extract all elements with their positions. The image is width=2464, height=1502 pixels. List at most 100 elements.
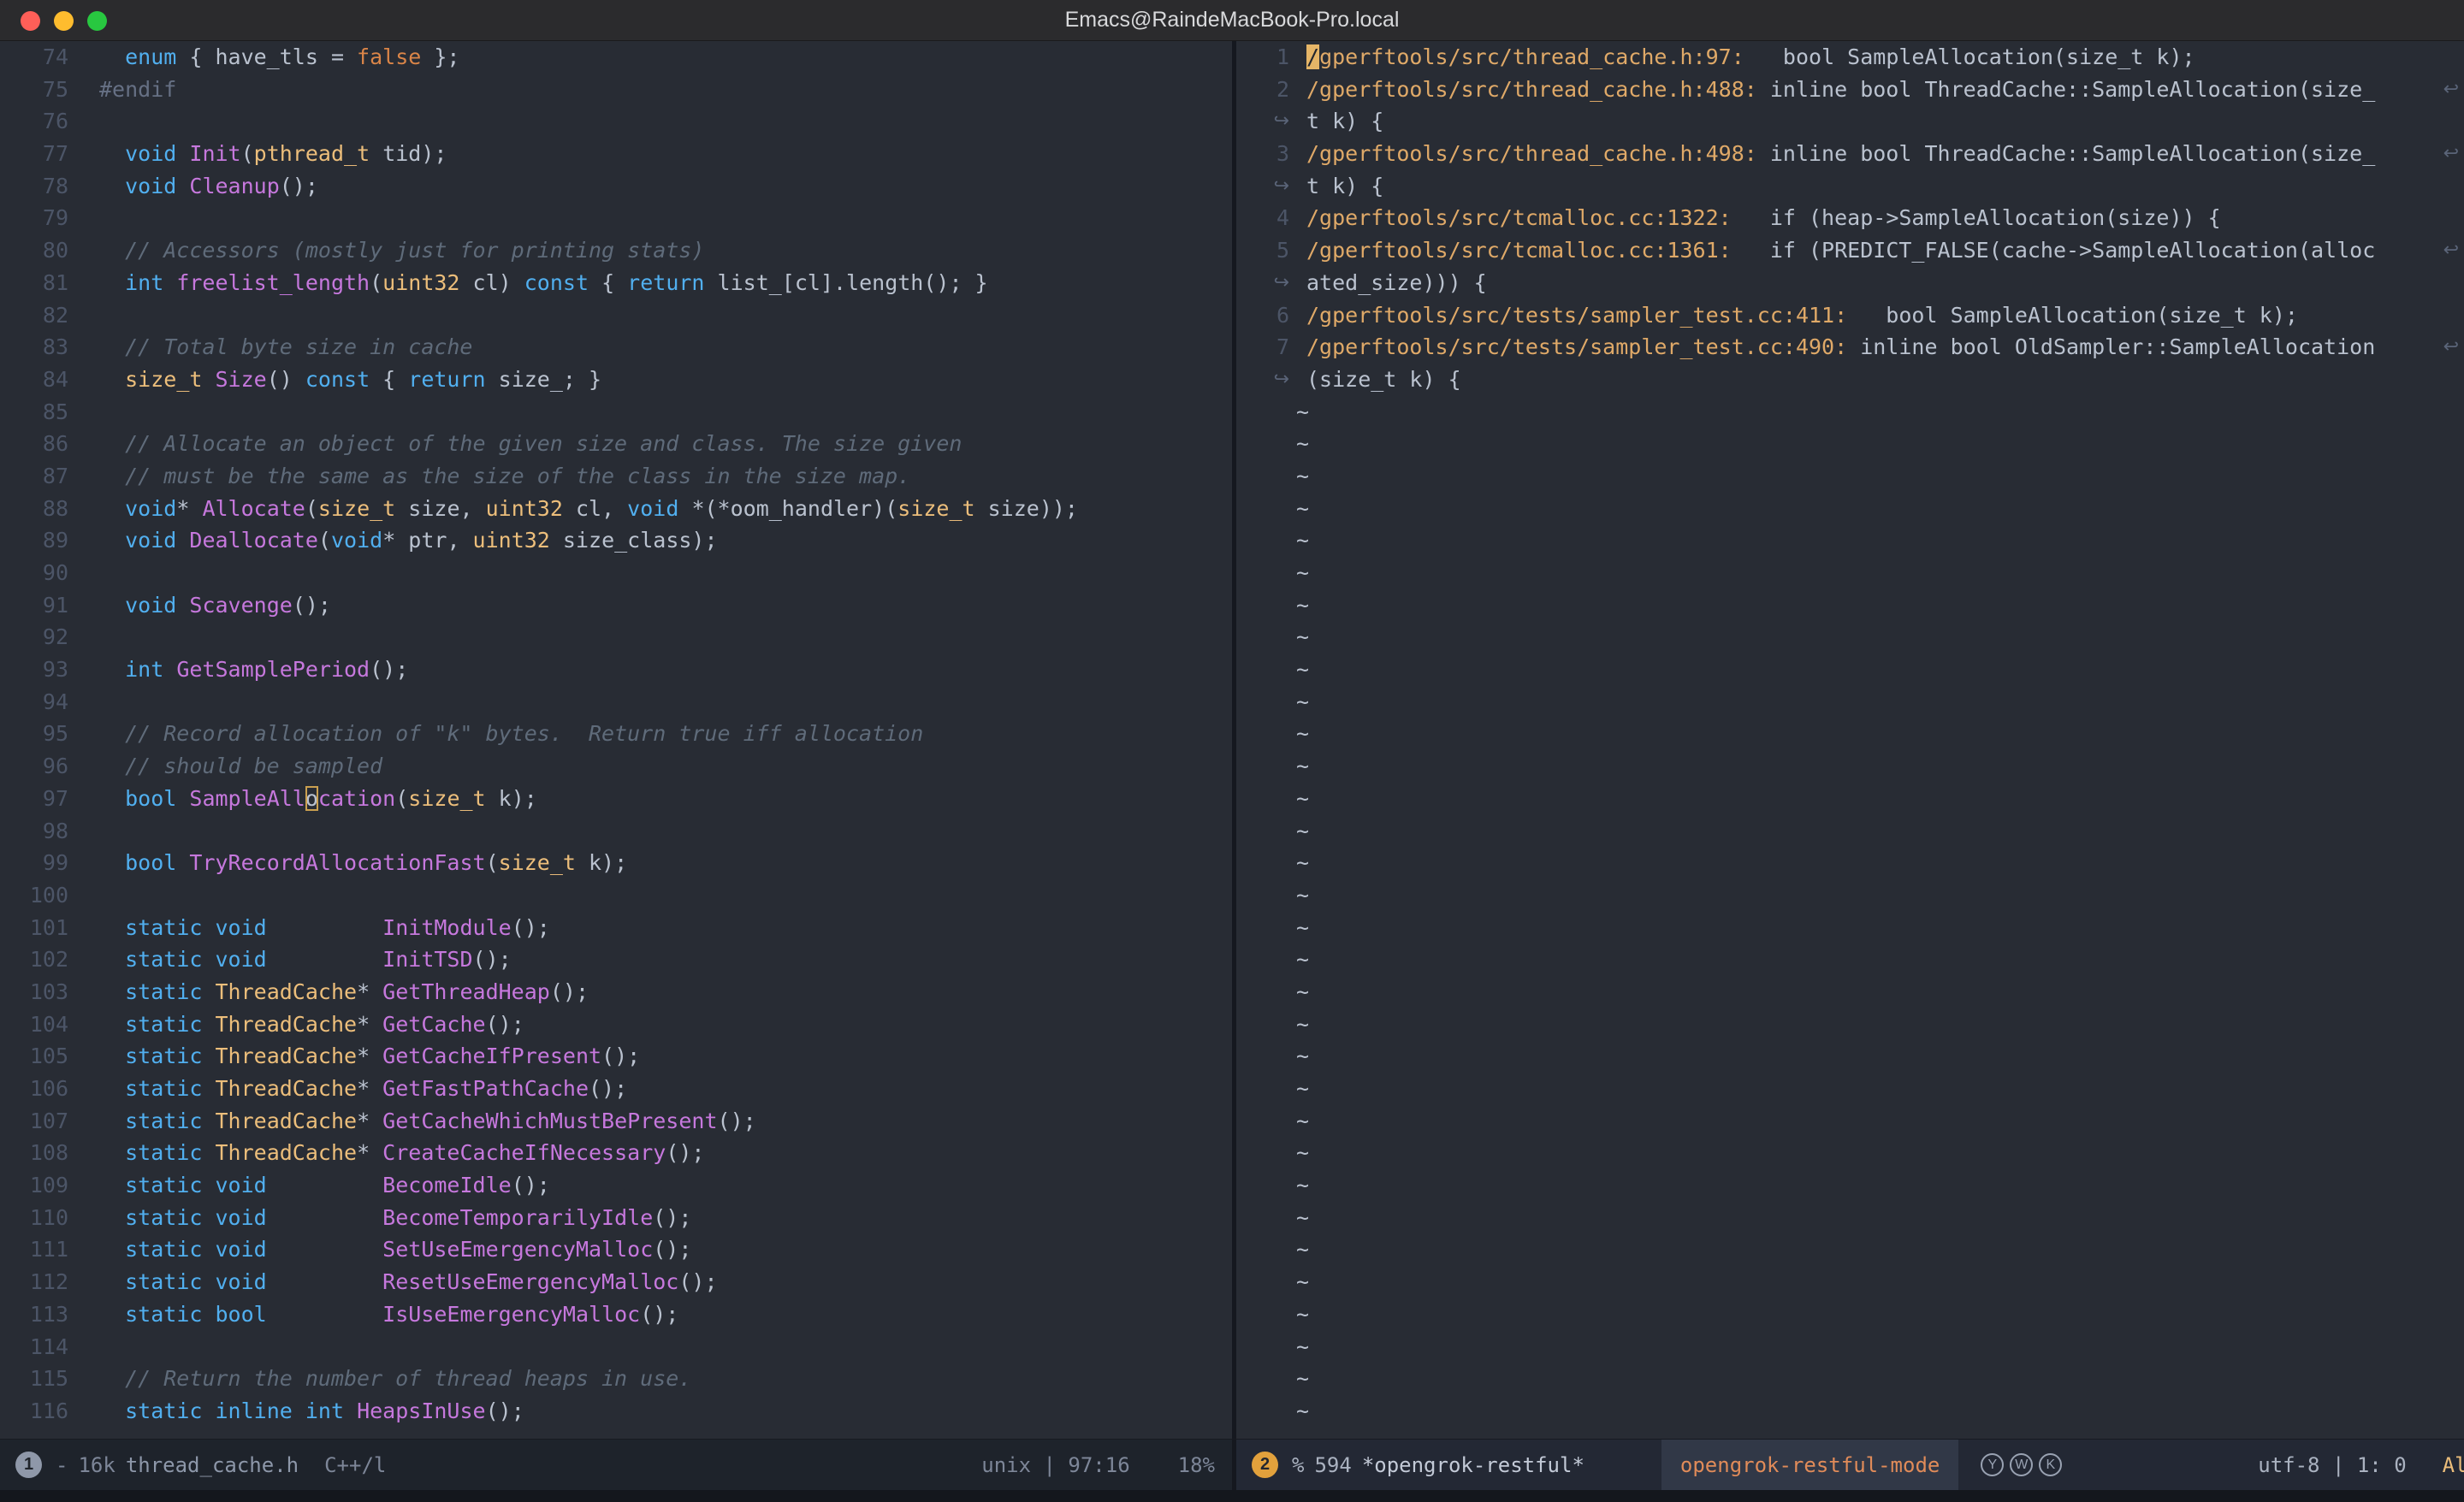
code-line[interactable]: 7/gperftools/src/tests/sampler_test.cc:4… (1236, 331, 2464, 364)
code-line[interactable]: ~ (1236, 1040, 2464, 1073)
code-line[interactable]: 104 static ThreadCache* GetCache(); (0, 1008, 1232, 1041)
code-line[interactable]: 85 (0, 396, 1232, 429)
code-line[interactable]: ~ (1236, 396, 2464, 429)
code-line[interactable]: 3/gperftools/src/thread_cache.h:498: inl… (1236, 138, 2464, 170)
code-line[interactable]: 81 int freelist_length(uint32 cl) const … (0, 267, 1232, 299)
code-line[interactable]: 6/gperftools/src/tests/sampler_test.cc:4… (1236, 299, 2464, 332)
code-line[interactable]: 96 // should be sampled (0, 750, 1232, 783)
code-line[interactable]: ~ (1236, 686, 2464, 718)
code-line[interactable]: 77 void Init(pthread_t tid); (0, 138, 1232, 170)
code-line[interactable]: ~ (1236, 524, 2464, 557)
code-line[interactable]: 108 static ThreadCache* CreateCacheIfNec… (0, 1137, 1232, 1169)
code-line[interactable]: ~ (1236, 1137, 2464, 1169)
left-pane[interactable]: 74 enum { have_tls = false };75#endif767… (0, 41, 1232, 1439)
minor-mode-icon[interactable]: Y (1981, 1453, 2004, 1476)
echo-area[interactable] (0, 1490, 2464, 1502)
code-line[interactable]: ~ (1236, 943, 2464, 976)
code-line[interactable]: 90 (0, 557, 1232, 589)
code-line[interactable]: 88 void* Allocate(size_t size, uint32 cl… (0, 493, 1232, 525)
minor-mode-icon[interactable]: K (2039, 1453, 2062, 1476)
zoom-button[interactable] (87, 11, 107, 31)
code-line[interactable]: 82 (0, 299, 1232, 332)
code-line[interactable]: ~ (1236, 1266, 2464, 1298)
code-line[interactable]: ↪ated_size))) { (1236, 267, 2464, 299)
code-line[interactable]: 76 (0, 105, 1232, 138)
code-line[interactable]: 112 static void ResetUseEmergencyMalloc(… (0, 1266, 1232, 1298)
code-line[interactable]: ~ (1236, 815, 2464, 848)
code-line[interactable]: ~ (1236, 493, 2464, 525)
code-line[interactable]: 107 static ThreadCache* GetCacheWhichMus… (0, 1105, 1232, 1138)
code-line[interactable]: 106 static ThreadCache* GetFastPathCache… (0, 1073, 1232, 1105)
code-line[interactable]: 103 static ThreadCache* GetThreadHeap(); (0, 976, 1232, 1008)
major-mode[interactable]: opengrok-restful-mode (1661, 1440, 1958, 1490)
code-line[interactable]: 75#endif (0, 74, 1232, 106)
code-line[interactable]: 114 (0, 1331, 1232, 1363)
minor-mode-icon[interactable]: W (2010, 1453, 2033, 1476)
code-text: bool TryRecordAllocationFast(size_t k); (99, 847, 627, 879)
code-line[interactable]: ↪(size_t k) { (1236, 364, 2464, 396)
code-line[interactable]: ↪t k) { (1236, 170, 2464, 203)
code-line[interactable]: 95 // Record allocation of "k" bytes. Re… (0, 718, 1232, 750)
code-line[interactable]: 5/gperftools/src/tcmalloc.cc:1361: if (P… (1236, 234, 2464, 267)
code-line[interactable]: 92 (0, 621, 1232, 653)
code-line[interactable]: 101 static void InitModule(); (0, 912, 1232, 944)
code-line[interactable]: 87 // must be the same as the size of th… (0, 460, 1232, 493)
code-line[interactable]: 93 int GetSamplePeriod(); (0, 653, 1232, 686)
code-line[interactable]: ~ (1236, 557, 2464, 589)
code-line[interactable]: 110 static void BecomeTemporarilyIdle(); (0, 1202, 1232, 1234)
code-line[interactable]: ~ (1236, 976, 2464, 1008)
close-button[interactable] (21, 11, 40, 31)
code-line[interactable]: ~ (1236, 1202, 2464, 1234)
code-line[interactable]: ~ (1236, 1105, 2464, 1138)
code-line[interactable]: 111 static void SetUseEmergencyMalloc(); (0, 1233, 1232, 1266)
code-line[interactable]: 116 static inline int HeapsInUse(); (0, 1395, 1232, 1428)
code-line[interactable]: 84 size_t Size() const { return size_; } (0, 364, 1232, 396)
code-line[interactable]: 89 void Deallocate(void* ptr, uint32 siz… (0, 524, 1232, 557)
code-line[interactable]: ~ (1236, 912, 2464, 944)
code-line[interactable]: 1/gperftools/src/thread_cache.h:97: bool… (1236, 41, 2464, 74)
code-line[interactable]: ~ (1236, 783, 2464, 815)
minimize-button[interactable] (54, 11, 74, 31)
code-line[interactable]: 83 // Total byte size in cache (0, 331, 1232, 364)
code-line[interactable]: 80 // Accessors (mostly just for printin… (0, 234, 1232, 267)
code-line[interactable]: 4/gperftools/src/tcmalloc.cc:1322: if (h… (1236, 202, 2464, 234)
code-line[interactable]: ~ (1236, 1073, 2464, 1105)
code-line[interactable]: ~ (1236, 1169, 2464, 1202)
code-line[interactable]: 100 (0, 879, 1232, 912)
code-line[interactable]: ~ (1236, 428, 2464, 460)
code-line[interactable]: ~ (1236, 1298, 2464, 1331)
code-line[interactable]: 91 void Scavenge(); (0, 589, 1232, 622)
code-line[interactable]: ~ (1236, 1331, 2464, 1363)
code-line[interactable]: 2/gperftools/src/thread_cache.h:488: inl… (1236, 74, 2464, 106)
code-line[interactable]: 113 static bool IsUseEmergencyMalloc(); (0, 1298, 1232, 1331)
code-line[interactable]: ~ (1236, 750, 2464, 783)
code-line[interactable]: ~ (1236, 718, 2464, 750)
major-mode[interactable]: C++/l (324, 1453, 386, 1477)
code-line[interactable]: 86 // Allocate an object of the given si… (0, 428, 1232, 460)
code-line[interactable]: 98 (0, 815, 1232, 848)
code-line[interactable]: 99 bool TryRecordAllocationFast(size_t k… (0, 847, 1232, 879)
code-line[interactable]: ↪t k) { (1236, 105, 2464, 138)
code-line[interactable]: ~ (1236, 1395, 2464, 1428)
code-line[interactable]: 74 enum { have_tls = false }; (0, 41, 1232, 74)
code-line[interactable]: 102 static void InitTSD(); (0, 943, 1232, 976)
code-line[interactable]: 115 // Return the number of thread heaps… (0, 1363, 1232, 1395)
code-line[interactable]: ~ (1236, 879, 2464, 912)
code-line[interactable]: 79 (0, 202, 1232, 234)
code-line[interactable]: 109 static void BecomeIdle(); (0, 1169, 1232, 1202)
code-line[interactable]: ~ (1236, 847, 2464, 879)
code-line[interactable]: ~ (1236, 589, 2464, 622)
code-line[interactable]: ~ (1236, 1233, 2464, 1266)
code-line[interactable]: ~ (1236, 460, 2464, 493)
code-line[interactable]: 97 bool SampleAllocation(size_t k); (0, 783, 1232, 815)
right-pane[interactable]: 1/gperftools/src/thread_cache.h:97: bool… (1236, 41, 2464, 1439)
code-line[interactable]: 94 (0, 686, 1232, 718)
code-line[interactable]: ~ (1236, 1008, 2464, 1041)
code-line[interactable]: 105 static ThreadCache* GetCacheIfPresen… (0, 1040, 1232, 1073)
code-line[interactable]: ~ (1236, 653, 2464, 686)
buffer-name[interactable]: *opengrok-restful* (1362, 1453, 1584, 1477)
code-line[interactable]: ~ (1236, 1363, 2464, 1395)
code-line[interactable]: ~ (1236, 621, 2464, 653)
code-line[interactable]: 78 void Cleanup(); (0, 170, 1232, 203)
buffer-name[interactable]: thread_cache.h (126, 1453, 299, 1477)
